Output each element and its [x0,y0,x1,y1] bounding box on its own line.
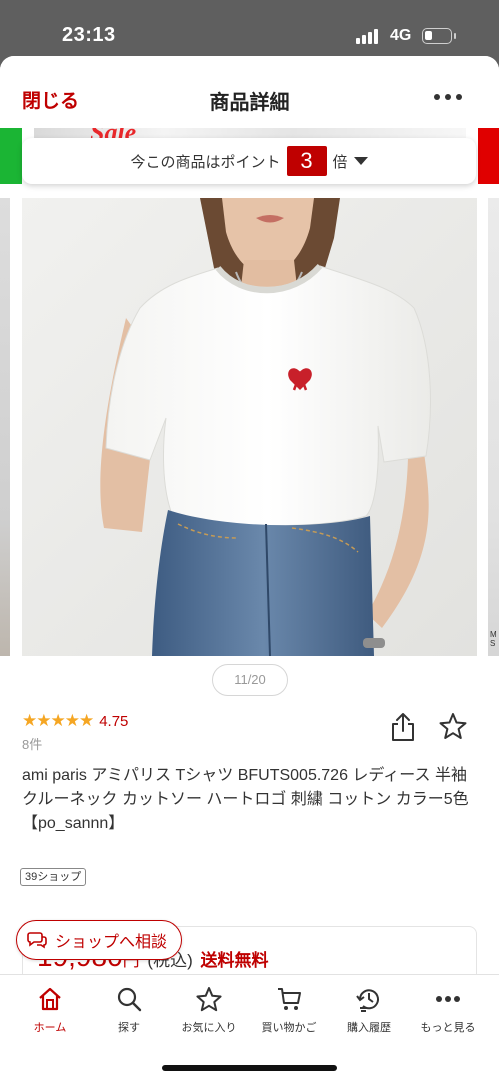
more-dots-icon [436,996,460,1002]
side-tab-red [478,122,499,184]
shop-consult-button[interactable]: ショップへ相談 [16,920,183,960]
cart-icon [278,988,301,1010]
tab-more-label: もっと見る [420,1022,476,1034]
points-multiplier: 3 [286,146,327,176]
next-image-peek-text: M S [490,630,497,648]
favorite-star-icon[interactable] [439,712,467,740]
tab-home[interactable]: ホーム [10,985,90,1035]
status-bar: 23:13 4G [0,0,499,58]
home-icon [39,987,61,1011]
home-indicator [162,1065,337,1071]
share-icon[interactable] [390,712,416,742]
history-icon [356,989,379,1012]
rating-stars: ★★★★★ [22,711,94,730]
tab-history[interactable]: 購入履歴 [329,985,409,1035]
star-icon [196,987,222,1012]
tab-search-label: 探す [118,1022,140,1034]
tab-cart-label: 買い物かご [261,1022,317,1034]
battery-icon [422,28,456,44]
page-title: 商品詳細 [209,92,290,114]
prev-image-peek[interactable] [0,198,10,656]
review-count[interactable]: 8件 [22,734,42,753]
points-suffix: 倍 [332,153,348,171]
tab-history-label: 購入履歴 [347,1022,391,1034]
tab-search[interactable]: 探す [89,985,169,1035]
chat-icon [27,932,47,949]
shop-badge: 39ショップ [20,868,87,886]
tab-favorites[interactable]: お気に入り [169,985,249,1035]
tab-home-label: ホーム [33,1022,67,1034]
product-image[interactable] [22,198,477,656]
search-icon [117,987,142,1012]
tab-cart[interactable]: 買い物かご [249,985,329,1035]
rating-summary[interactable]: ★★★★★ 4.75 [22,710,128,732]
signal-icon [356,28,382,44]
points-prefix: 今この商品はポイント [130,153,281,171]
free-shipping-label: 送料無料 [200,951,269,970]
caret-down-icon [353,157,368,165]
shop-consult-label: ショップへ相談 [55,934,168,951]
status-time: 23:13 [62,24,116,46]
next-image-peek[interactable]: M S [488,198,499,656]
product-sheet: Sale 閉じる 商品詳細 今この商品はポイント 3 倍 M S 11/20 ★… [0,56,499,1080]
tab-more[interactable]: もっと見る [408,985,488,1035]
bottom-tab-bar: ホーム 探す お気に入り 買い物かご 購入履歴 もっと見る [0,974,499,1080]
points-banner[interactable]: 今この商品はポイント 3 倍 [22,138,476,184]
image-counter: 11/20 [212,664,288,696]
more-dots-icon[interactable] [434,94,462,102]
network-label: 4G [390,27,412,44]
rating-score: 4.75 [99,712,129,730]
tab-favorites-label: お気に入り [181,1022,237,1034]
nav-bar: 閉じる 商品詳細 [0,56,499,128]
image-carousel[interactable]: M S [0,198,499,656]
product-title: ami paris アミパリス Tシャツ BFUTS005.726 レディース … [22,767,469,832]
side-tab-green [0,122,22,184]
